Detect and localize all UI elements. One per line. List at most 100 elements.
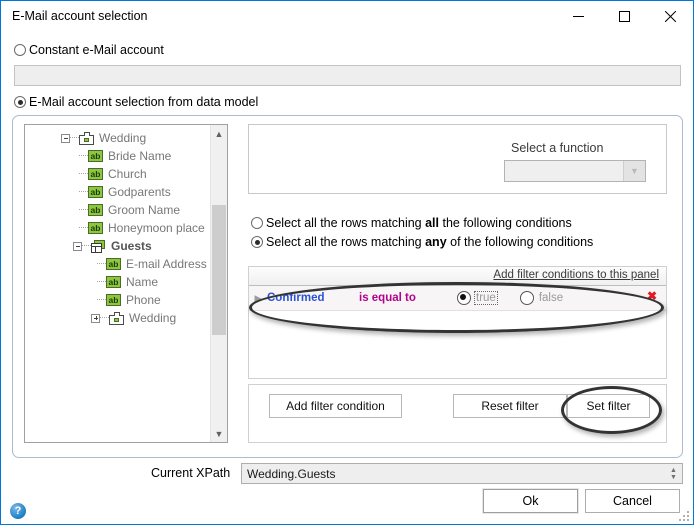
radio-match-all-suffix: the following conditions [439,216,572,230]
tree-node-godparents[interactable]: ab Godparents [25,183,211,201]
help-icon[interactable]: ? [10,503,26,519]
cancel-button[interactable]: Cancel [585,489,680,513]
entity-icon [109,311,124,325]
tree-node-label: Honeymoon place [108,221,205,235]
text-field-icon: ab [88,204,103,216]
tree-node-label: Name [126,275,159,289]
tree-connector [82,245,91,247]
radio-from-data-model[interactable]: E-Mail account selection from data model [14,95,258,109]
filter-buttons-panel: Add filter condition Reset filter Set fi… [248,384,667,443]
condition-value-true[interactable]: true [457,291,498,305]
tree-connector [100,317,109,319]
tree-node-label: Wedding [99,131,147,145]
tree-node-church[interactable]: ab Church [25,165,211,183]
radio-match-all-prefix: Select all the rows matching [266,216,426,230]
tree-node-label: Groom Name [108,203,181,217]
text-field-icon: ab [106,294,121,306]
current-xpath-field[interactable]: Wedding.Guests ▲ ▼ [241,463,683,484]
entity-icon [79,131,94,145]
scrollbar-thumb[interactable] [212,205,226,335]
tree-node-label: Guests [111,239,152,253]
tree-node-label: Phone [126,293,161,307]
close-icon[interactable] [647,1,693,31]
text-field-icon: ab [88,150,103,162]
function-select[interactable]: ▼ [504,160,646,182]
tree-node-name[interactable]: ab Name [25,273,211,291]
tree-connector [70,137,79,139]
radio-match-all-emphasis: all [425,216,440,230]
ok-button[interactable]: Ok [483,489,578,513]
filter-conditions-panel: Add filter conditions to this panel ▶ Co… [248,266,667,379]
chevron-down-icon[interactable]: ▼ [623,161,645,181]
constant-email-input[interactable] [14,65,681,86]
window-title: E-Mail account selection [12,9,148,23]
tree-connector [97,299,106,301]
current-xpath-value: Wedding.Guests [247,467,336,481]
delete-condition-icon[interactable]: ✖ [647,290,657,302]
resize-grip[interactable] [678,510,690,522]
tree-connector [97,281,106,283]
tree-connector [79,155,88,157]
tree-node-groom-name[interactable]: ab Groom Name [25,201,211,219]
text-field-icon: ab [106,276,121,288]
window-controls [555,1,693,31]
radio-true-indicator [457,291,471,305]
add-filter-condition-button[interactable]: Add filter condition [269,394,402,418]
tree-node-label: Wedding [129,311,177,325]
text-field-icon: ab [88,222,103,234]
set-filter-button[interactable]: Set filter [567,394,650,418]
tree-node-guests[interactable]: Guests [25,237,211,255]
expander-minus-icon[interactable] [73,241,82,251]
row-expand-icon[interactable]: ▶ [249,293,267,304]
radio-true-label: true [474,291,498,305]
conditions-header: Add filter conditions to this panel [249,267,666,286]
tree-node-honeymoon-place[interactable]: ab Honeymoon place [25,219,211,237]
radio-false-label: false [538,292,564,304]
radio-match-any-indicator [251,236,263,248]
reset-filter-button[interactable]: Reset filter [453,394,567,418]
text-field-icon: ab [88,186,103,198]
email-account-selection-dialog: E-Mail account selection Constant e-Mail… [0,0,694,525]
tree-connector [79,173,88,175]
radio-match-all-indicator [251,217,263,229]
tree-connector [79,227,88,229]
minimize-icon[interactable] [555,1,601,31]
radio-constant-email-account[interactable]: Constant e-Mail account [14,43,164,57]
tree-node-label: E-mail Address [126,257,207,271]
tree-node-wedding-nested[interactable]: Wedding [25,309,211,327]
radio-match-any[interactable]: Select all the rows matching any of the … [251,235,593,249]
condition-operator: is equal to [359,292,416,304]
tree-nodes: Wedding ab Bride Name ab Church ab Godpa… [25,125,211,442]
scroll-down-icon[interactable]: ▼ [211,425,227,442]
radio-from-data-model-label: E-Mail account selection from data model [29,95,259,109]
radio-match-any-suffix: of the following conditions [446,235,594,249]
radio-constant-label: Constant e-Mail account [29,43,164,57]
condition-field-name: Confirmed [267,292,325,304]
title-bar: E-Mail account selection [1,1,693,32]
scroll-up-icon[interactable]: ▲ [211,125,227,142]
radio-match-all[interactable]: Select all the rows matching all the fol… [251,216,572,230]
tree-node-wedding[interactable]: Wedding [25,129,211,147]
xpath-spinner-icon[interactable]: ▲ ▼ [666,465,681,482]
expander-minus-icon[interactable] [61,133,70,143]
tree-node-label: Godparents [108,185,171,199]
filter-condition-row[interactable]: ▶ Confirmed is equal to true false ✖ [249,286,666,311]
condition-value-false[interactable]: false [519,291,565,305]
tree-scrollbar[interactable]: ▲ ▼ [210,125,227,442]
text-field-icon: ab [106,258,121,270]
tree-node-label: Church [108,167,147,181]
data-model-tree[interactable]: Wedding ab Bride Name ab Church ab Godpa… [24,124,228,443]
tree-node-bride-name[interactable]: ab Bride Name [25,147,211,165]
tree-node-label: Bride Name [108,149,172,163]
tree-node-email-address[interactable]: ab E-mail Address [25,255,211,273]
radio-from-data-model-indicator [14,96,26,108]
tree-node-phone[interactable]: ab Phone [25,291,211,309]
radio-match-any-emphasis: any [425,235,447,249]
maximize-icon[interactable] [601,1,647,31]
tree-connector [79,209,88,211]
add-filter-conditions-link[interactable]: Add filter conditions to this panel [493,269,659,281]
expander-plus-icon[interactable] [91,313,100,323]
tree-connector [97,263,106,265]
tree-connector [79,191,88,193]
radio-match-any-prefix: Select all the rows matching [266,235,426,249]
